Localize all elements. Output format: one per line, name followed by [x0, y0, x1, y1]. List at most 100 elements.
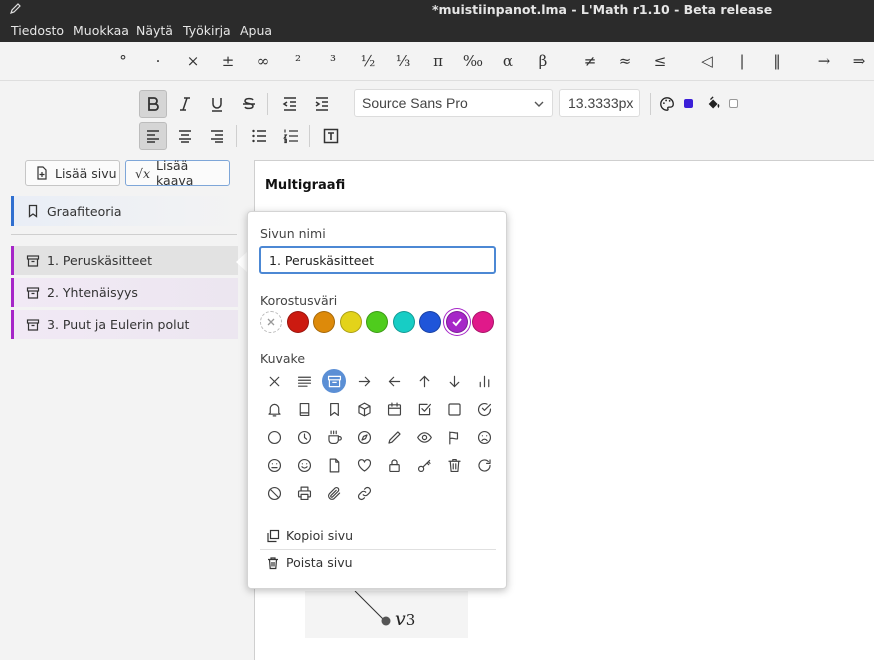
- icon-option-close[interactable]: [262, 369, 286, 393]
- symbol-squared[interactable]: ²: [284, 50, 312, 72]
- icon-option-lock[interactable]: [382, 453, 406, 477]
- icon-option-coffee[interactable]: [322, 425, 346, 449]
- icon-option-printer[interactable]: [292, 481, 316, 505]
- symbol-alpha[interactable]: α: [494, 50, 522, 72]
- icon-option-frown[interactable]: [472, 425, 496, 449]
- icon-option-bell[interactable]: [262, 397, 286, 421]
- icon-option-bar-chart[interactable]: [472, 369, 496, 393]
- icon-option-book[interactable]: [292, 397, 316, 421]
- icon-option-align-justify[interactable]: [292, 369, 316, 393]
- bullet-list-button[interactable]: [245, 122, 273, 150]
- color-swatch-red[interactable]: [287, 311, 309, 333]
- font-size-field[interactable]: 13.3333px: [559, 89, 640, 117]
- icon-option-check-circle[interactable]: [472, 397, 496, 421]
- icon-option-trash[interactable]: [442, 453, 466, 477]
- symbol-third[interactable]: ⅓: [389, 50, 417, 72]
- symbol-bar[interactable]: |: [728, 50, 756, 72]
- icon-option-archive[interactable]: [322, 369, 346, 393]
- icon-option-calendar[interactable]: [382, 397, 406, 421]
- color-swatch-magenta[interactable]: [472, 311, 494, 333]
- page-name-input[interactable]: [259, 246, 496, 274]
- icon-option-arrow-up[interactable]: [412, 369, 436, 393]
- graph-edge-vertex: [354, 590, 391, 626]
- bold-button[interactable]: [139, 90, 167, 118]
- page-item-graafiteoria[interactable]: Graafiteoria: [11, 196, 238, 226]
- icon-option-check-square[interactable]: [412, 397, 436, 421]
- icon-option-file[interactable]: [322, 453, 346, 477]
- icon-option-arrow-down[interactable]: [442, 369, 466, 393]
- menu-edit[interactable]: Muokkaa: [73, 23, 129, 38]
- icon-option-paperclip[interactable]: [322, 481, 346, 505]
- icon-option-heart[interactable]: [352, 453, 376, 477]
- icon-option-arrow-left[interactable]: [382, 369, 406, 393]
- fill-color-button[interactable]: [704, 90, 730, 118]
- icon-option-bookmark[interactable]: [322, 397, 346, 421]
- symbol-times[interactable]: ×: [179, 50, 207, 72]
- underline-button[interactable]: [203, 90, 231, 118]
- color-swatch-none[interactable]: [260, 311, 282, 333]
- text-color-button[interactable]: [658, 90, 684, 118]
- icon-option-slash[interactable]: [262, 481, 286, 505]
- font-family-select[interactable]: Source Sans Pro: [354, 89, 553, 117]
- icon-option-circle[interactable]: [262, 425, 286, 449]
- symbol-approx[interactable]: ≈: [611, 50, 639, 72]
- symbol-leq[interactable]: ≤: [646, 50, 674, 72]
- numbered-list-button[interactable]: [277, 122, 305, 150]
- symbol-cubed[interactable]: ³: [319, 50, 347, 72]
- icon-option-eye[interactable]: [412, 425, 436, 449]
- icon-option-link[interactable]: [352, 481, 376, 505]
- graph-figure[interactable]: v3: [305, 590, 468, 638]
- symbol-beta[interactable]: β: [529, 50, 557, 72]
- copy-page-button[interactable]: Kopioi sivu: [266, 528, 353, 543]
- symbol-half[interactable]: ½: [354, 50, 382, 72]
- align-right-button[interactable]: [203, 122, 231, 150]
- icon-option-refresh[interactable]: [472, 453, 496, 477]
- color-swatch-blue[interactable]: [419, 311, 441, 333]
- menu-view[interactable]: Näytä: [136, 23, 173, 38]
- add-page-button[interactable]: Lisää sivu: [25, 160, 120, 186]
- color-swatch-cyan[interactable]: [393, 311, 415, 333]
- color-swatch-purple[interactable]: [446, 311, 468, 333]
- symbol-double-bar[interactable]: ‖: [763, 50, 791, 72]
- indent-button[interactable]: [308, 90, 336, 118]
- color-swatch-green[interactable]: [366, 311, 388, 333]
- check-circle-icon: [477, 402, 491, 416]
- symbol-not-equal[interactable]: ≠: [576, 50, 604, 72]
- outdent-button[interactable]: [276, 90, 304, 118]
- icon-option-compass[interactable]: [352, 425, 376, 449]
- heart-icon: [357, 458, 371, 472]
- icon-option-key[interactable]: [412, 453, 436, 477]
- icon-option-pencil[interactable]: [382, 425, 406, 449]
- add-formula-button[interactable]: √x Lisää kaava: [125, 158, 230, 188]
- menu-help[interactable]: Apua: [240, 23, 272, 38]
- icon-option-smile[interactable]: [292, 453, 316, 477]
- symbol-degree[interactable]: °: [109, 50, 137, 72]
- icon-option-arrow-right[interactable]: [352, 369, 376, 393]
- color-swatch-yellow[interactable]: [340, 311, 362, 333]
- page-item-puut-ja-eulerin-polut[interactable]: 3. Puut ja Eulerin polut: [11, 310, 238, 339]
- text-box-button[interactable]: [317, 122, 345, 150]
- symbol-triangle-left[interactable]: ◁: [693, 50, 721, 72]
- italic-button[interactable]: [171, 90, 199, 118]
- align-left-button[interactable]: [139, 122, 167, 150]
- symbol-plusminus[interactable]: ±: [214, 50, 242, 72]
- symbol-implies[interactable]: ⇒: [845, 50, 873, 72]
- page-item-yhtenaisyys[interactable]: 2. Yhtenäisyys: [11, 278, 238, 307]
- icon-option-clock[interactable]: [292, 425, 316, 449]
- icon-option-meh[interactable]: [262, 453, 286, 477]
- symbol-pi[interactable]: π: [424, 50, 452, 72]
- symbol-arrow-right[interactable]: →: [810, 50, 838, 72]
- menu-workbook[interactable]: Työkirja: [183, 23, 231, 38]
- icon-option-square[interactable]: [442, 397, 466, 421]
- menu-file[interactable]: Tiedosto: [11, 23, 64, 38]
- strikethrough-button[interactable]: [235, 90, 263, 118]
- align-center-button[interactable]: [171, 122, 199, 150]
- icon-option-box[interactable]: [352, 397, 376, 421]
- icon-option-flag[interactable]: [442, 425, 466, 449]
- delete-page-button[interactable]: Poista sivu: [266, 555, 353, 570]
- symbol-dot[interactable]: ·: [144, 50, 172, 72]
- symbol-permille[interactable]: ‰: [459, 50, 487, 72]
- color-swatch-orange[interactable]: [313, 311, 335, 333]
- symbol-infinity[interactable]: ∞: [249, 50, 277, 72]
- page-item-peruskasitteet[interactable]: 1. Peruskäsitteet: [11, 246, 238, 275]
